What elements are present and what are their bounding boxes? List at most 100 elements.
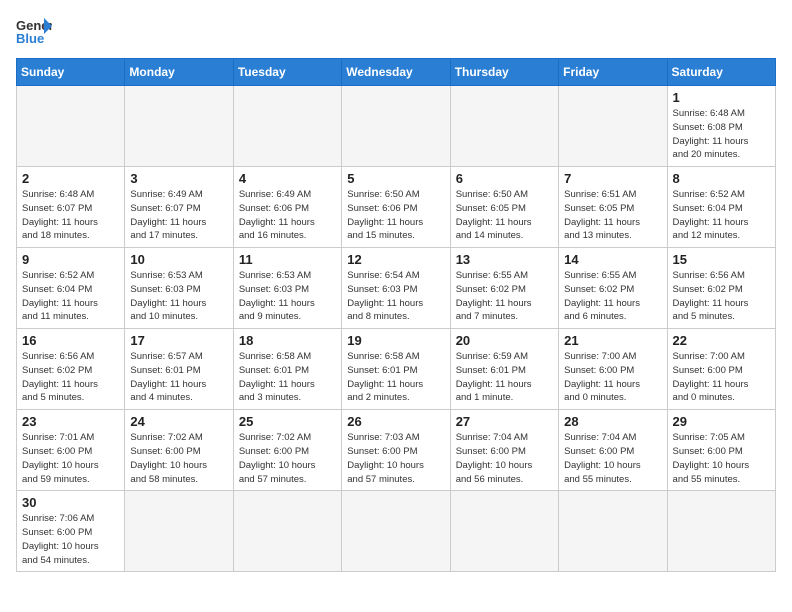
day-number: 19 <box>347 333 444 348</box>
day-info: Sunrise: 6:49 AMSunset: 6:06 PMDaylight:… <box>239 188 336 243</box>
day-info: Sunrise: 6:52 AMSunset: 6:04 PMDaylight:… <box>673 188 770 243</box>
day-number: 8 <box>673 171 770 186</box>
day-number: 24 <box>130 414 227 429</box>
day-number: 3 <box>130 171 227 186</box>
day-info: Sunrise: 7:05 AMSunset: 6:00 PMDaylight:… <box>673 431 770 486</box>
day-info: Sunrise: 6:56 AMSunset: 6:02 PMDaylight:… <box>22 350 119 405</box>
day-header-thursday: Thursday <box>450 59 558 86</box>
calendar-cell: 29 Sunrise: 7:05 AMSunset: 6:00 PMDayligh… <box>667 410 775 491</box>
day-number: 23 <box>22 414 119 429</box>
day-number: 22 <box>673 333 770 348</box>
day-info: Sunrise: 6:52 AMSunset: 6:04 PMDaylight:… <box>22 269 119 324</box>
day-number: 9 <box>22 252 119 267</box>
day-info: Sunrise: 6:58 AMSunset: 6:01 PMDaylight:… <box>347 350 444 405</box>
day-info: Sunrise: 6:50 AMSunset: 6:05 PMDaylight:… <box>456 188 553 243</box>
day-info: Sunrise: 6:59 AMSunset: 6:01 PMDaylight:… <box>456 350 553 405</box>
day-info: Sunrise: 7:01 AMSunset: 6:00 PMDaylight:… <box>22 431 119 486</box>
day-number: 30 <box>22 495 119 510</box>
page-header: General Blue <box>16 16 776 46</box>
day-info: Sunrise: 6:48 AMSunset: 6:08 PMDaylight:… <box>673 107 770 162</box>
day-info: Sunrise: 6:48 AMSunset: 6:07 PMDaylight:… <box>22 188 119 243</box>
calendar-cell: 13 Sunrise: 6:55 AMSunset: 6:02 PMDayligh… <box>450 248 558 329</box>
calendar-cell: 20 Sunrise: 6:59 AMSunset: 6:01 PMDayligh… <box>450 329 558 410</box>
calendar-cell <box>233 491 341 572</box>
day-info: Sunrise: 7:00 AMSunset: 6:00 PMDaylight:… <box>564 350 661 405</box>
calendar-cell: 19 Sunrise: 6:58 AMSunset: 6:01 PMDayligh… <box>342 329 450 410</box>
day-number: 25 <box>239 414 336 429</box>
calendar-cell <box>17 86 125 167</box>
day-number: 18 <box>239 333 336 348</box>
day-header-tuesday: Tuesday <box>233 59 341 86</box>
calendar-cell: 16 Sunrise: 6:56 AMSunset: 6:02 PMDayligh… <box>17 329 125 410</box>
day-number: 11 <box>239 252 336 267</box>
calendar-cell: 17 Sunrise: 6:57 AMSunset: 6:01 PMDayligh… <box>125 329 233 410</box>
calendar-cell <box>450 86 558 167</box>
calendar-cell <box>667 491 775 572</box>
calendar-cell: 15 Sunrise: 6:56 AMSunset: 6:02 PMDayligh… <box>667 248 775 329</box>
calendar-cell <box>125 491 233 572</box>
logo: General Blue <box>16 16 52 46</box>
day-info: Sunrise: 7:03 AMSunset: 6:00 PMDaylight:… <box>347 431 444 486</box>
calendar-cell: 30 Sunrise: 7:06 AMSunset: 6:00 PMDayligh… <box>17 491 125 572</box>
day-info: Sunrise: 6:56 AMSunset: 6:02 PMDaylight:… <box>673 269 770 324</box>
day-header-friday: Friday <box>559 59 667 86</box>
day-info: Sunrise: 7:04 AMSunset: 6:00 PMDaylight:… <box>564 431 661 486</box>
calendar-cell: 14 Sunrise: 6:55 AMSunset: 6:02 PMDayligh… <box>559 248 667 329</box>
calendar-week-row: 2 Sunrise: 6:48 AMSunset: 6:07 PMDaylight… <box>17 167 776 248</box>
svg-text:Blue: Blue <box>16 31 44 46</box>
day-header-wednesday: Wednesday <box>342 59 450 86</box>
calendar-cell: 24Sunrise: 7:02 AMSunset: 6:00 PMDayligh… <box>125 410 233 491</box>
day-number: 1 <box>673 90 770 105</box>
day-number: 28 <box>564 414 661 429</box>
calendar-week-row: 23 Sunrise: 7:01 AMSunset: 6:00 PMDayligh… <box>17 410 776 491</box>
day-number: 21 <box>564 333 661 348</box>
calendar-cell: 5 Sunrise: 6:50 AMSunset: 6:06 PMDaylight… <box>342 167 450 248</box>
day-info: Sunrise: 6:51 AMSunset: 6:05 PMDaylight:… <box>564 188 661 243</box>
day-number: 26 <box>347 414 444 429</box>
calendar-header-row: SundayMondayTuesdayWednesdayThursdayFrid… <box>17 59 776 86</box>
calendar-cell: 18 Sunrise: 6:58 AMSunset: 6:01 PMDayligh… <box>233 329 341 410</box>
day-number: 10 <box>130 252 227 267</box>
calendar-week-row: 1 Sunrise: 6:48 AMSunset: 6:08 PMDaylight… <box>17 86 776 167</box>
day-info: Sunrise: 6:55 AMSunset: 6:02 PMDaylight:… <box>456 269 553 324</box>
day-info: Sunrise: 6:50 AMSunset: 6:06 PMDaylight:… <box>347 188 444 243</box>
day-number: 2 <box>22 171 119 186</box>
day-number: 13 <box>456 252 553 267</box>
day-info: Sunrise: 7:00 AMSunset: 6:00 PMDaylight:… <box>673 350 770 405</box>
calendar-cell: 2 Sunrise: 6:48 AMSunset: 6:07 PMDaylight… <box>17 167 125 248</box>
calendar-cell: 27Sunrise: 7:04 AMSunset: 6:00 PMDayligh… <box>450 410 558 491</box>
day-info: Sunrise: 6:53 AMSunset: 6:03 PMDaylight:… <box>130 269 227 324</box>
day-number: 16 <box>22 333 119 348</box>
day-number: 6 <box>456 171 553 186</box>
calendar-cell: 11 Sunrise: 6:53 AMSunset: 6:03 PMDayligh… <box>233 248 341 329</box>
day-number: 17 <box>130 333 227 348</box>
logo-icon: General Blue <box>16 16 52 46</box>
calendar-cell: 1 Sunrise: 6:48 AMSunset: 6:08 PMDaylight… <box>667 86 775 167</box>
calendar-table: SundayMondayTuesdayWednesdayThursdayFrid… <box>16 58 776 572</box>
day-info: Sunrise: 7:06 AMSunset: 6:00 PMDaylight:… <box>22 512 119 567</box>
calendar-cell: 3Sunrise: 6:49 AMSunset: 6:07 PMDaylight… <box>125 167 233 248</box>
day-info: Sunrise: 6:55 AMSunset: 6:02 PMDaylight:… <box>564 269 661 324</box>
calendar-cell: 25Sunrise: 7:02 AMSunset: 6:00 PMDayligh… <box>233 410 341 491</box>
calendar-cell <box>125 86 233 167</box>
day-number: 29 <box>673 414 770 429</box>
day-number: 14 <box>564 252 661 267</box>
calendar-cell: 4 Sunrise: 6:49 AMSunset: 6:06 PMDaylight… <box>233 167 341 248</box>
day-number: 15 <box>673 252 770 267</box>
day-number: 20 <box>456 333 553 348</box>
day-info: Sunrise: 6:57 AMSunset: 6:01 PMDaylight:… <box>130 350 227 405</box>
calendar-cell: 9 Sunrise: 6:52 AMSunset: 6:04 PMDaylight… <box>17 248 125 329</box>
day-header-saturday: Saturday <box>667 59 775 86</box>
calendar-cell: 6 Sunrise: 6:50 AMSunset: 6:05 PMDaylight… <box>450 167 558 248</box>
day-info: Sunrise: 6:58 AMSunset: 6:01 PMDaylight:… <box>239 350 336 405</box>
calendar-cell: 22 Sunrise: 7:00 AMSunset: 6:00 PMDayligh… <box>667 329 775 410</box>
calendar-cell <box>559 491 667 572</box>
calendar-cell: 28 Sunrise: 7:04 AMSunset: 6:00 PMDayligh… <box>559 410 667 491</box>
day-info: Sunrise: 6:54 AMSunset: 6:03 PMDaylight:… <box>347 269 444 324</box>
day-info: Sunrise: 6:53 AMSunset: 6:03 PMDaylight:… <box>239 269 336 324</box>
calendar-cell <box>342 86 450 167</box>
day-number: 5 <box>347 171 444 186</box>
calendar-cell: 10 Sunrise: 6:53 AMSunset: 6:03 PMDayligh… <box>125 248 233 329</box>
calendar-cell: 7Sunrise: 6:51 AMSunset: 6:05 PMDaylight… <box>559 167 667 248</box>
day-number: 4 <box>239 171 336 186</box>
